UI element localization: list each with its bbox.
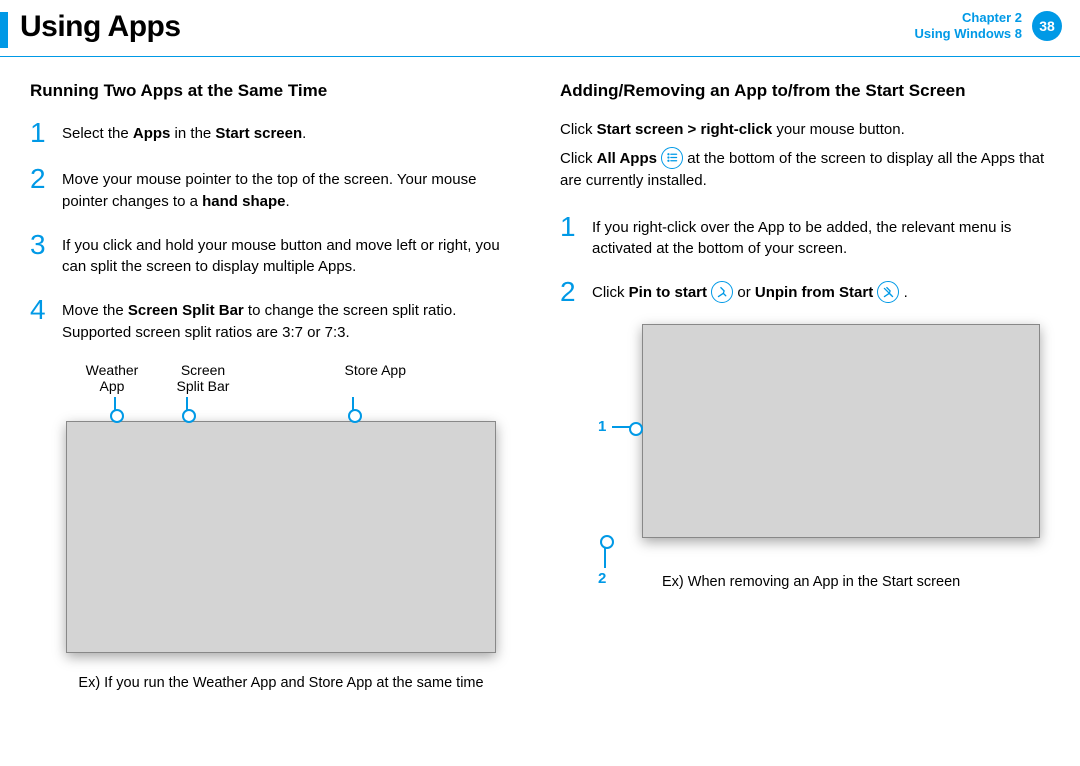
bold: Screen Split Bar	[128, 302, 244, 319]
page-header: Using Apps Chapter 2 Using Windows 8 38	[0, 0, 1080, 56]
figure-start-screen: 1 2 Ex) When removing an App in the Star…	[594, 324, 1050, 590]
text: Select the	[62, 125, 133, 142]
right-heading: Adding/Removing an App to/from the Start…	[560, 81, 1050, 101]
screenshot-placeholder	[642, 324, 1040, 538]
text: If you click and hold your mouse button …	[62, 231, 520, 279]
text: .	[302, 125, 306, 142]
callout-pointer	[352, 397, 354, 419]
text: Click	[592, 284, 629, 301]
left-step-2: 2 Move your mouse pointer to the top of …	[30, 165, 520, 213]
bold: Start screen	[215, 125, 302, 142]
left-step-4: 4 Move the Screen Split Bar to change th…	[30, 296, 520, 344]
text: your mouse button.	[772, 121, 905, 138]
left-column: Running Two Apps at the Same Time 1 Sele…	[30, 81, 520, 691]
right-column: Adding/Removing an App to/from the Start…	[560, 81, 1050, 691]
left-step-1: 1 Select the Apps in the Start screen.	[30, 119, 520, 147]
figure-split-screen: Weather App Screen Split Bar Store App E…	[66, 362, 506, 692]
label-store: Store App	[345, 362, 407, 379]
screenshot-placeholder	[66, 421, 496, 653]
callout-number-2: 2	[598, 570, 606, 587]
bold: Apps	[133, 125, 171, 142]
step-number: 1	[560, 213, 582, 261]
step-number: 4	[30, 296, 52, 344]
bold: Start screen > right-click	[597, 121, 773, 138]
bold: hand shape	[202, 193, 285, 210]
unpin-icon	[877, 281, 899, 303]
text: in the	[170, 125, 215, 142]
chapter-label: Chapter 2	[915, 10, 1023, 26]
section-label: Using Windows 8	[915, 26, 1023, 42]
label-split-l1: Screen	[181, 362, 225, 379]
step-number: 3	[30, 231, 52, 279]
left-heading: Running Two Apps at the Same Time	[30, 81, 520, 101]
right-step-1: 1 If you right-click over the App to be …	[560, 213, 1050, 261]
text: If you right-click over the App to be ad…	[592, 213, 1050, 261]
text: .	[904, 284, 908, 301]
bold: All Apps	[597, 150, 657, 167]
figure-caption: Ex) When removing an App in the Start sc…	[662, 574, 1040, 590]
all-apps-icon	[661, 147, 683, 169]
label-weather-l1: Weather	[86, 362, 139, 379]
callout-pointer	[186, 397, 188, 419]
text: Click	[560, 150, 597, 167]
step-number: 2	[30, 165, 52, 213]
label-split-l2: Split Bar	[177, 378, 230, 395]
text: Click	[560, 121, 597, 138]
bold: Pin to start	[629, 284, 707, 301]
step-number: 2	[560, 278, 582, 306]
figure-caption: Ex) If you run the Weather App and Store…	[66, 675, 496, 691]
page-title: Using Apps	[20, 10, 181, 44]
accent-bar	[0, 12, 8, 48]
callout-number-1: 1	[598, 418, 606, 435]
bold: Unpin from Start	[755, 284, 873, 301]
text: or	[737, 284, 755, 301]
header-meta: Chapter 2 Using Windows 8 38	[915, 10, 1063, 43]
callout-pointer	[114, 397, 116, 419]
callout-pointer	[612, 426, 638, 428]
page-number-badge: 38	[1032, 11, 1062, 41]
label-weather-l2: App	[100, 378, 125, 395]
step-number: 1	[30, 119, 52, 147]
text: .	[285, 193, 289, 210]
text: Move the	[62, 302, 128, 319]
left-step-3: 3 If you click and hold your mouse butto…	[30, 231, 520, 279]
pin-icon	[711, 281, 733, 303]
callout-pointer	[604, 540, 606, 568]
right-step-2: 2 Click Pin to start or Unpin from Start…	[560, 278, 1050, 306]
